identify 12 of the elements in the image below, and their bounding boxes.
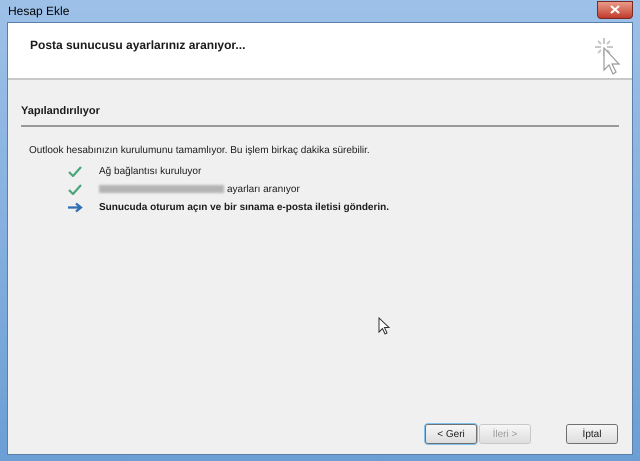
step-text: Ağ bağlantısı kuruluyor	[99, 164, 202, 178]
step-text: ayarları aranıyor	[227, 182, 300, 196]
header-title: Posta sunucusu ayarlarınız aranıyor...	[30, 37, 246, 54]
dialog-button[interactable]: < Geri	[425, 424, 477, 444]
close-icon	[610, 5, 620, 14]
window-title: Hesap Ekle	[7, 3, 70, 20]
close-button[interactable]	[597, 0, 633, 18]
mouse-pointer-icon	[378, 317, 390, 335]
section-title: Yapılandırılıyor	[21, 105, 100, 117]
dialog-button[interactable]: İptal	[566, 424, 618, 444]
description-text: Outlook hesabınızın kurulumunu tamamlıyor. Bu işlem birkaç dakika sürebilir.	[29, 144, 371, 158]
step-text: Sunucuda oturum açın ve bir sınama e-posta iletisi gönderin.	[99, 200, 390, 214]
